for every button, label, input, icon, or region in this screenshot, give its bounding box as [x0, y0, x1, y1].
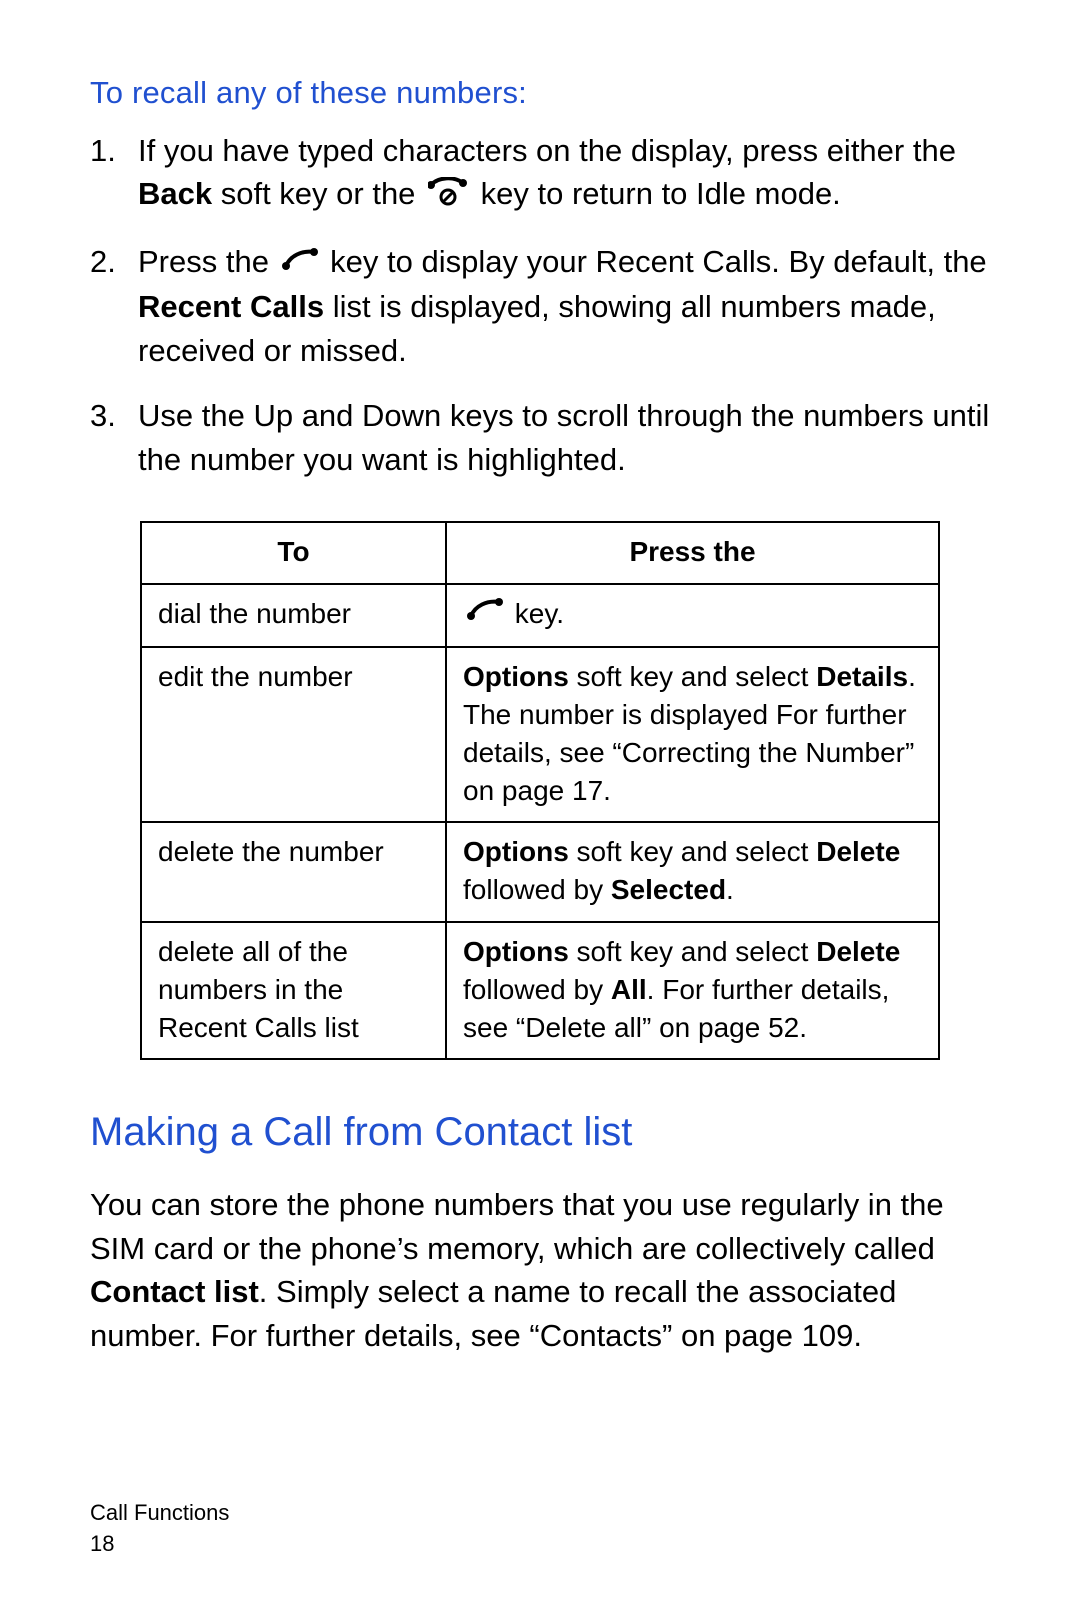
- step-item: 3.Use the Up and Down keys to scroll thr…: [90, 394, 990, 481]
- text: followed by: [463, 974, 611, 1005]
- bold-text: Options: [463, 936, 569, 967]
- steps-list: 1.If you have typed characters on the di…: [90, 129, 990, 481]
- table-cell-to: edit the number: [141, 647, 446, 822]
- call-icon: [467, 596, 503, 634]
- table-cell-press: Options soft key and select Delete follo…: [446, 822, 939, 922]
- bold-text: Options: [463, 836, 569, 867]
- text: soft key and select: [569, 836, 816, 867]
- table-cell-press: key.: [446, 584, 939, 648]
- subheading-recall: To recall any of these numbers:: [90, 75, 990, 111]
- bold-text: Delete: [816, 836, 900, 867]
- call-icon: [282, 242, 318, 285]
- table-cell-press: Options soft key and select Delete follo…: [446, 922, 939, 1059]
- step-number: 2.: [90, 240, 138, 372]
- text: soft key or the: [212, 176, 424, 211]
- table-cell-press: Options soft key and select Details. The…: [446, 647, 939, 822]
- footer-page: 18: [90, 1529, 229, 1560]
- step-number: 1.: [90, 129, 138, 218]
- table-header-to: To: [141, 522, 446, 584]
- bold-text: Details: [816, 661, 908, 692]
- table-row: delete the numberOptions soft key and se…: [141, 822, 939, 922]
- step-body: Use the Up and Down keys to scroll throu…: [138, 394, 990, 481]
- text: followed by: [463, 874, 611, 905]
- text: soft key and select: [569, 936, 816, 967]
- table-row: dial the number key.: [141, 584, 939, 648]
- table-cell-to: delete the number: [141, 822, 446, 922]
- step-number: 3.: [90, 394, 138, 481]
- bold-text: Contact list: [90, 1274, 259, 1309]
- actions-table-body: dial the number key.edit the numberOptio…: [141, 584, 939, 1060]
- text: .: [726, 874, 734, 905]
- step-item: 1.If you have typed characters on the di…: [90, 129, 990, 218]
- page-footer: Call Functions 18: [90, 1498, 229, 1560]
- table-header-press: Press the: [446, 522, 939, 584]
- section-heading-contact: Making a Call from Contact list: [90, 1110, 990, 1155]
- text: Press the: [138, 244, 278, 279]
- bold-text: Back: [138, 176, 212, 211]
- table-row: edit the numberOptions soft key and sele…: [141, 647, 939, 822]
- table-cell-to: delete all of the numbers in the Recent …: [141, 922, 446, 1059]
- text: key.: [507, 598, 564, 629]
- step-body: Press the key to display your Recent Cal…: [138, 240, 990, 372]
- bold-text: All: [611, 974, 647, 1005]
- text: If you have typed characters on the disp…: [138, 133, 956, 168]
- text: soft key and select: [569, 661, 816, 692]
- text: key to display your Recent Calls. By def…: [322, 244, 987, 279]
- bold-text: Options: [463, 661, 569, 692]
- text: Use the Up and Down keys to scroll throu…: [138, 398, 989, 476]
- footer-section: Call Functions: [90, 1498, 229, 1529]
- end-call-icon: [428, 175, 468, 218]
- step-body: If you have typed characters on the disp…: [138, 129, 990, 218]
- table-cell-to: dial the number: [141, 584, 446, 648]
- step-item: 2.Press the key to display your Recent C…: [90, 240, 990, 372]
- contact-paragraph: You can store the phone numbers that you…: [90, 1183, 990, 1357]
- text: You can store the phone numbers that you…: [90, 1187, 944, 1265]
- text: key to return to Idle mode.: [472, 176, 841, 211]
- bold-text: Selected: [611, 874, 726, 905]
- bold-text: Recent Calls: [138, 289, 324, 324]
- bold-text: Delete: [816, 936, 900, 967]
- manual-page: To recall any of these numbers: 1.If you…: [0, 0, 1080, 1620]
- actions-table: To Press the dial the number key.edit th…: [140, 521, 940, 1060]
- table-row: delete all of the numbers in the Recent …: [141, 922, 939, 1059]
